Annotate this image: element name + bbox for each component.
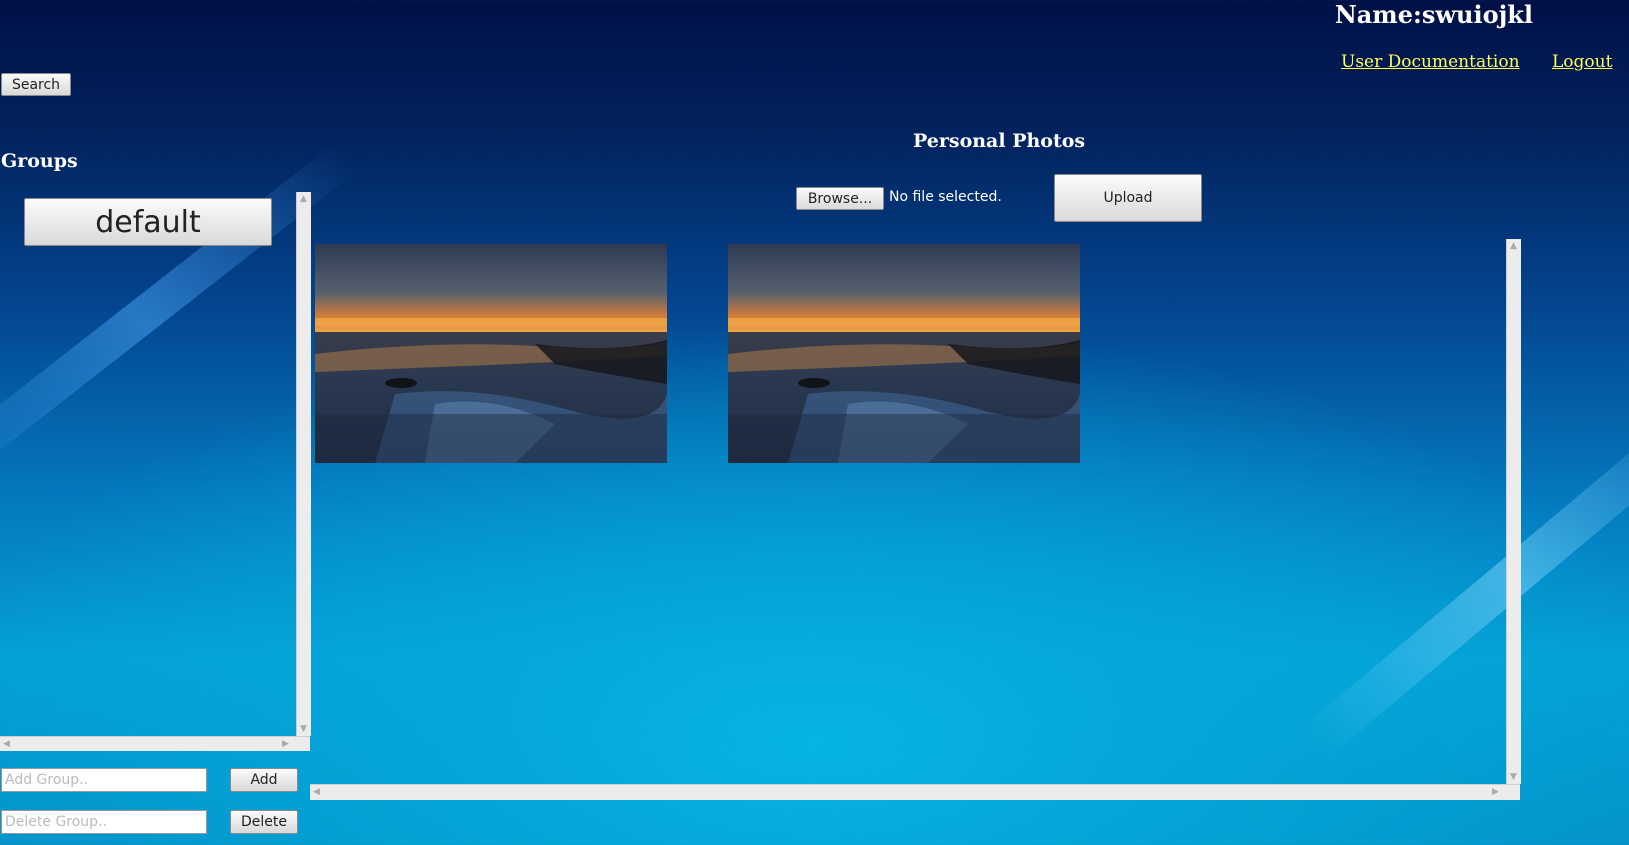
group-list-horizontal-scrollbar[interactable]: ◀ ▶ (0, 736, 310, 751)
scroll-down-icon[interactable]: ▼ (1510, 772, 1517, 782)
user-name: Name:swuiojkl (1334, 0, 1533, 29)
scroll-up-icon[interactable]: ▲ (1510, 241, 1517, 251)
groups-title: Groups (1, 150, 78, 172)
file-status: No file selected. (889, 189, 1002, 205)
browse-button[interactable]: Browse... (796, 187, 884, 210)
scroll-right-icon[interactable]: ▶ (1492, 787, 1499, 797)
photo-grid-vertical-scrollbar[interactable]: ▲ ▼ (1506, 239, 1521, 784)
scroll-right-icon[interactable]: ▶ (282, 739, 289, 749)
group-list-panel (0, 192, 310, 750)
scroll-left-icon[interactable]: ◀ (3, 739, 10, 749)
sunset-beach-image (315, 244, 667, 463)
logout-link[interactable]: Logout (1552, 52, 1612, 72)
photo-thumbnail[interactable] (315, 244, 667, 463)
photo-grid-horizontal-scrollbar[interactable]: ◀ ▶ (310, 784, 1520, 800)
sunset-beach-image (728, 244, 1080, 463)
page-title: Personal Photos (913, 130, 1086, 152)
user-documentation-link[interactable]: User Documentation (1341, 52, 1520, 72)
group-list-vertical-scrollbar[interactable]: ▲ ▼ (296, 192, 311, 736)
delete-group-button[interactable]: Delete (230, 810, 298, 834)
add-group-input[interactable] (1, 768, 207, 792)
photo-thumbnail[interactable] (728, 244, 1080, 463)
add-group-button[interactable]: Add (230, 768, 298, 792)
search-button[interactable]: Search (1, 73, 71, 96)
scroll-left-icon[interactable]: ◀ (313, 787, 320, 797)
scroll-up-icon[interactable]: ▲ (300, 194, 307, 204)
upload-button[interactable]: Upload (1054, 174, 1202, 222)
scroll-down-icon[interactable]: ▼ (300, 724, 307, 734)
delete-group-input[interactable] (1, 810, 207, 834)
group-item-default[interactable]: default (24, 198, 272, 246)
